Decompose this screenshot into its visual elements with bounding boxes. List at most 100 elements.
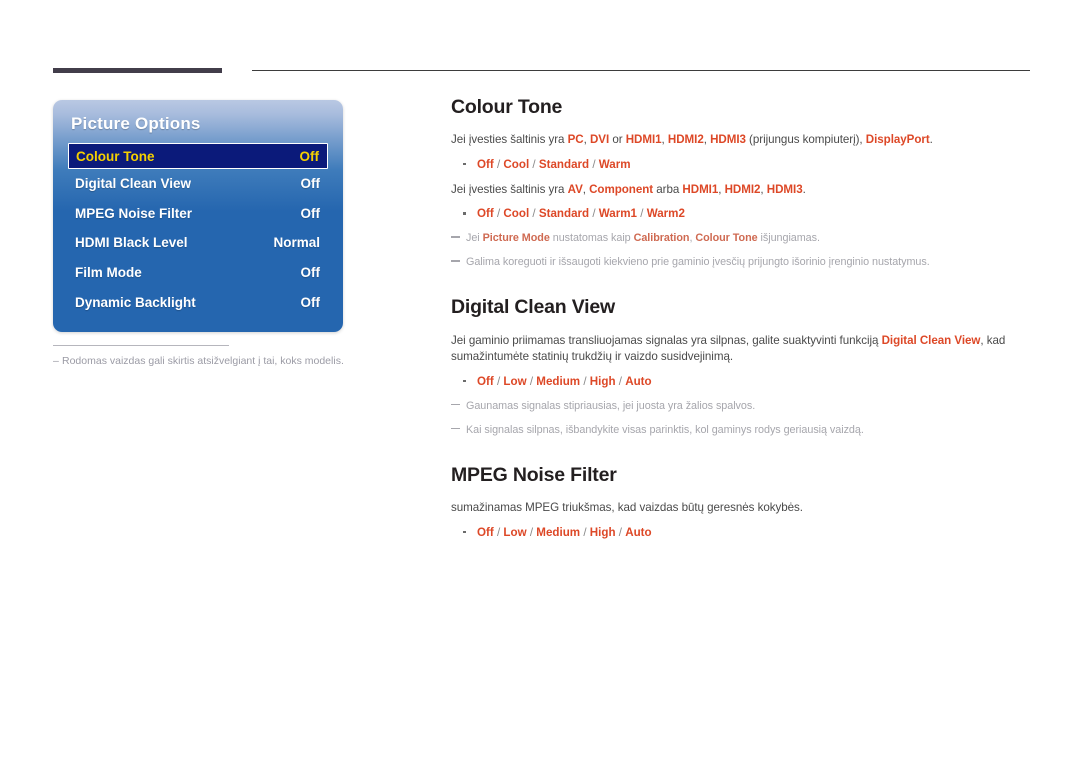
option-high: High xyxy=(589,525,616,539)
section-title-digital-clean-view: Digital Clean View xyxy=(451,296,616,319)
option-medium: Medium xyxy=(536,374,581,388)
option-auto: Auto xyxy=(625,374,652,388)
osd-row-value: Normal xyxy=(273,235,320,251)
text-run: Jei xyxy=(466,232,483,245)
osd-row-label: Digital Clean View xyxy=(75,176,192,192)
osd-footnote: – Rodomas vaizdas gali skirtis atsižvelgi… xyxy=(53,355,383,367)
option-high: High xyxy=(589,374,616,388)
header-rule-thick xyxy=(53,68,222,73)
text-run: Jei gaminio priimamas transliuojamas sig… xyxy=(451,333,882,347)
mpeg-noise-filter-paragraph: sumažinamas MPEG triukšmas, kad vaizdas … xyxy=(451,501,803,515)
separator: / xyxy=(493,525,504,539)
section-colour-tone: Colour Tone Jei įvesties šaltinis yra PC… xyxy=(451,96,1031,270)
keyword-av: AV xyxy=(567,182,583,196)
separator: / xyxy=(615,525,626,539)
osd-menu-list: Colour Tone Off Digital Clean View Off M… xyxy=(53,143,343,317)
separator: / xyxy=(637,207,647,221)
manual-content: Colour Tone Jei įvesties šaltinis yra PC… xyxy=(451,96,1031,541)
text-run: Jei įvesties šaltinis yra xyxy=(451,182,568,196)
separator: / xyxy=(526,525,537,539)
section-digital-clean-view: Digital Clean View Jei gaminio priimamas… xyxy=(451,296,1031,437)
keyword-colour-tone: Colour Tone xyxy=(695,232,758,245)
text-run: (prijungus kompiuterį), xyxy=(745,133,866,147)
separator: / xyxy=(493,207,504,221)
osd-row-label: Colour Tone xyxy=(76,148,155,164)
option-warm1: Warm1 xyxy=(598,207,638,221)
text-run: . xyxy=(802,182,806,196)
option-auto: Auto xyxy=(625,525,652,539)
keyword-hdmi1: HDMI1 xyxy=(625,133,662,147)
colour-tone-options-av: Off / Cool / Standard / Warm1 / Warm2 xyxy=(451,205,1031,222)
text-run: nustatomas kaip xyxy=(549,232,634,245)
option-cool: Cool xyxy=(503,207,530,221)
keyword-displayport: DisplayPort xyxy=(865,133,930,147)
osd-row-label: HDMI Black Level xyxy=(75,235,188,251)
separator: / xyxy=(526,374,537,388)
option-off: Off xyxy=(477,525,494,539)
option-warm: Warm xyxy=(598,157,631,171)
list-item: Off / Low / Medium / High / Auto xyxy=(451,373,1031,390)
section-title-colour-tone: Colour Tone xyxy=(451,96,563,118)
osd-row-dynamic-backlight[interactable]: Dynamic Backlight Off xyxy=(53,287,343,317)
option-low: Low xyxy=(503,525,527,539)
digital-clean-view-note-2: Kai signalas silpnas, išbandykite visas … xyxy=(451,423,1031,438)
keyword-hdmi2: HDMI2 xyxy=(667,133,704,147)
osd-row-label: Dynamic Backlight xyxy=(75,294,196,310)
option-standard: Standard xyxy=(538,157,590,171)
osd-row-label: Film Mode xyxy=(75,265,142,281)
digital-clean-view-note-1: Gaunamas signalas stipriausias, jei juos… xyxy=(451,399,1031,414)
osd-footnote-dash: – xyxy=(53,355,59,367)
osd-row-colour-tone[interactable]: Colour Tone Off xyxy=(68,143,328,169)
text-run: išjungiamas. xyxy=(757,232,820,245)
keyword-hdmi1: HDMI1 xyxy=(682,182,719,196)
osd-row-value: Off xyxy=(300,176,321,192)
separator: / xyxy=(529,207,539,221)
osd-row-hdmi-black-level[interactable]: HDMI Black Level Normal xyxy=(53,228,343,258)
keyword-hdmi3: HDMI3 xyxy=(710,133,746,147)
option-standard: Standard xyxy=(538,207,590,221)
osd-row-value: Off xyxy=(300,205,321,221)
option-low: Low xyxy=(503,374,527,388)
osd-row-label: MPEG Noise Filter xyxy=(75,205,193,221)
osd-row-value: Off xyxy=(300,265,321,281)
keyword-hdmi2: HDMI2 xyxy=(724,182,761,196)
option-off: Off xyxy=(477,207,494,221)
option-cool: Cool xyxy=(503,157,530,171)
list-item: Off / Cool / Standard / Warm xyxy=(451,156,1031,173)
separator: / xyxy=(589,207,599,221)
keyword-dvi: DVI xyxy=(589,133,610,147)
separator: / xyxy=(580,374,590,388)
colour-tone-note-2: Galima koreguoti ir išsaugoti kiekvieno … xyxy=(451,255,1031,270)
keyword-calibration: Calibration xyxy=(633,232,690,245)
osd-row-value: Off xyxy=(299,148,320,164)
header-rule-thin xyxy=(252,70,1030,71)
option-warm2: Warm2 xyxy=(646,207,685,221)
list-item: Off / Cool / Standard / Warm1 / Warm2 xyxy=(451,205,1031,222)
keyword-digital-clean-view: Digital Clean View xyxy=(881,333,981,347)
osd-picture-options-panel: Picture Options Colour Tone Off Digital … xyxy=(53,100,343,332)
separator: / xyxy=(580,525,590,539)
text-run: Jei įvesties šaltinis yra xyxy=(451,133,568,147)
separator: / xyxy=(615,374,626,388)
osd-footnote-rule xyxy=(53,345,229,346)
separator: / xyxy=(529,157,539,171)
osd-row-value: Off xyxy=(300,294,321,310)
list-item: Off / Low / Medium / High / Auto xyxy=(451,524,1031,541)
separator: / xyxy=(493,374,504,388)
separator: / xyxy=(589,157,599,171)
mpeg-noise-filter-options: Off / Low / Medium / High / Auto xyxy=(451,524,1031,541)
option-off: Off xyxy=(477,374,494,388)
section-mpeg-noise-filter: MPEG Noise Filter sumažinamas MPEG triuk… xyxy=(451,464,1031,541)
separator: / xyxy=(493,157,504,171)
osd-row-digital-clean-view[interactable]: Digital Clean View Off xyxy=(53,169,343,199)
osd-row-mpeg-noise-filter[interactable]: MPEG Noise Filter Off xyxy=(53,199,343,229)
text-run: . xyxy=(929,133,933,147)
keyword-component: Component xyxy=(589,182,654,196)
option-off: Off xyxy=(477,157,494,171)
keyword-hdmi3: HDMI3 xyxy=(766,182,803,196)
text-run: or xyxy=(609,133,626,147)
osd-row-film-mode[interactable]: Film Mode Off xyxy=(53,258,343,288)
section-title-mpeg-noise-filter: MPEG Noise Filter xyxy=(451,463,617,486)
osd-panel-title: Picture Options xyxy=(71,114,201,133)
text-run: arba xyxy=(653,182,683,196)
